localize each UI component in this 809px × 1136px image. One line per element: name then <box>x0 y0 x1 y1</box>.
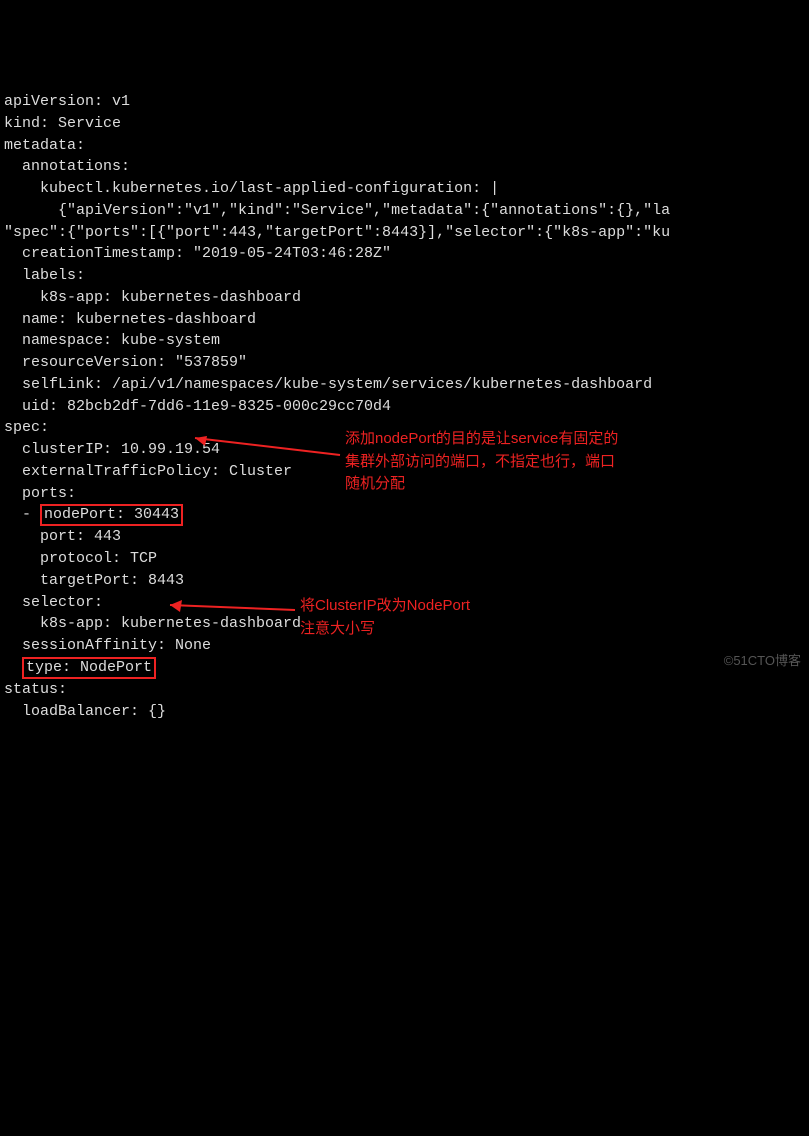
code-line: ports: <box>4 485 76 502</box>
annotation-text: 将ClusterIP改为NodePort <box>300 597 470 614</box>
code-line <box>4 659 22 676</box>
arrow-icon <box>160 595 300 625</box>
code-line: metadata: <box>4 137 85 154</box>
annotation-text: 随机分配 <box>345 475 405 492</box>
code-line: {"apiVersion":"v1","kind":"Service","met… <box>4 202 670 219</box>
code-line: resourceVersion: "537859" <box>4 354 247 371</box>
code-line: annotations: <box>4 158 130 175</box>
annotation-text: 注意大小写 <box>300 620 375 637</box>
code-line: labels: <box>4 267 85 284</box>
code-line: "spec":{"ports":[{"port":443,"targetPort… <box>4 224 670 241</box>
annotation-type: 将ClusterIP改为NodePort 注意大小写 <box>300 595 650 640</box>
code-line: name: kubernetes-dashboard <box>4 311 256 328</box>
code-line: spec: <box>4 419 49 436</box>
code-line: kubectl.kubernetes.io/last-applied-confi… <box>4 180 499 197</box>
arrow-icon <box>185 430 345 470</box>
code-line: port: 443 <box>4 528 121 545</box>
code-line: protocol: TCP <box>4 550 157 567</box>
code-line: loadBalancer: {} <box>4 703 166 720</box>
code-line: creationTimestamp: "2019-05-24T03:46:28Z… <box>4 245 391 262</box>
code-line: selfLink: /api/v1/namespaces/kube-system… <box>4 376 652 393</box>
highlight-nodeport: nodePort: 30443 <box>40 504 183 526</box>
watermark: ©51CTO博客 <box>724 652 801 671</box>
annotation-nodeport: 添加nodePort的目的是让service有固定的 集群外部访问的端口，不指定… <box>345 428 775 496</box>
code-line: targetPort: 8443 <box>4 572 184 589</box>
code-line: - <box>4 506 40 523</box>
annotation-text: 集群外部访问的端口，不指定也行，端口 <box>345 453 615 470</box>
code-line: uid: 82bcb2df-7dd6-11e9-8325-000c29cc70d… <box>4 398 391 415</box>
code-line: sessionAffinity: None <box>4 637 211 654</box>
code-line: namespace: kube-system <box>4 332 220 349</box>
code-line: kind: Service <box>4 115 121 132</box>
code-line: status: <box>4 681 67 698</box>
highlight-type: type: NodePort <box>22 657 156 679</box>
annotation-text: 添加nodePort的目的是让service有固定的 <box>345 430 618 447</box>
code-line: selector: <box>4 594 103 611</box>
code-line: k8s-app: kubernetes-dashboard <box>4 289 301 306</box>
code-line: apiVersion: v1 <box>4 93 130 110</box>
